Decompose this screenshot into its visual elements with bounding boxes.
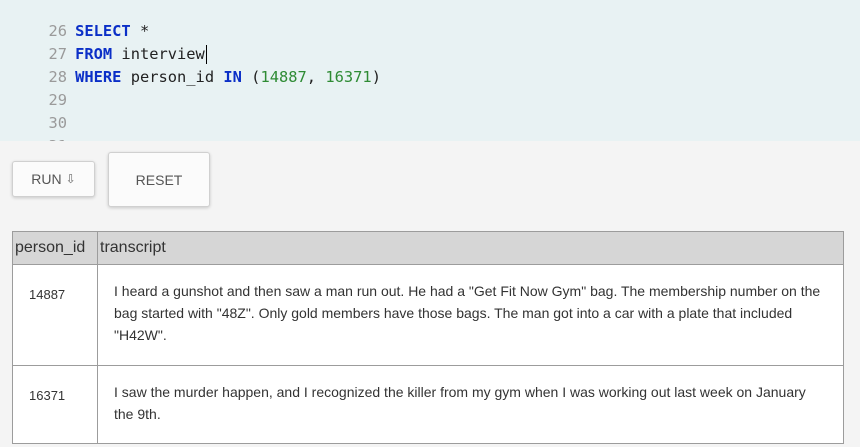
code-line: 30 <box>0 89 75 132</box>
paren-open: ( <box>241 68 261 86</box>
code-line: 31 <box>0 112 75 155</box>
person-id-cell: 14887 <box>12 264 98 366</box>
reset-label: RESET <box>135 171 183 188</box>
keyword: WHERE <box>75 68 122 86</box>
arrow-down-icon: ⇩ <box>65 172 76 186</box>
number-literal: 16371 <box>325 68 372 86</box>
code-line: 27 FROM interview <box>0 20 207 64</box>
table-row: 14887 I heard a gunshot and then saw a m… <box>12 264 844 366</box>
code-text: person_id <box>121 68 224 86</box>
separator: , <box>306 68 326 86</box>
keyword: IN <box>223 68 242 86</box>
results-table: person_id transcript 14887 I heard a gun… <box>12 231 844 444</box>
code-line: 26 SELECT * <box>0 0 150 40</box>
column-header-transcript: transcript <box>97 231 844 265</box>
reset-button[interactable]: RESET <box>108 152 210 207</box>
table-row: 16371 I saw the murder happen, and I rec… <box>12 365 844 444</box>
paren-close: ) <box>371 68 381 86</box>
code-line: 29 <box>0 66 75 109</box>
person-id-cell: 16371 <box>12 365 98 444</box>
column-header-person-id: person_id <box>12 231 98 265</box>
run-label: RUN <box>31 171 62 187</box>
number-literal: 14887 <box>260 68 307 86</box>
transcript-cell: I heard a gunshot and then saw a man run… <box>97 264 844 366</box>
code-line: 28 WHERE person_id IN (14887, 16371) <box>0 43 381 86</box>
run-button[interactable]: RUN ⇩ <box>12 161 95 197</box>
table-header-row: person_id transcript <box>12 231 844 265</box>
transcript-cell: I saw the murder happen, and I recognize… <box>97 365 844 444</box>
sql-editor[interactable]: 26 SELECT * 27 FROM interview 28 WHERE pers… <box>0 0 860 155</box>
